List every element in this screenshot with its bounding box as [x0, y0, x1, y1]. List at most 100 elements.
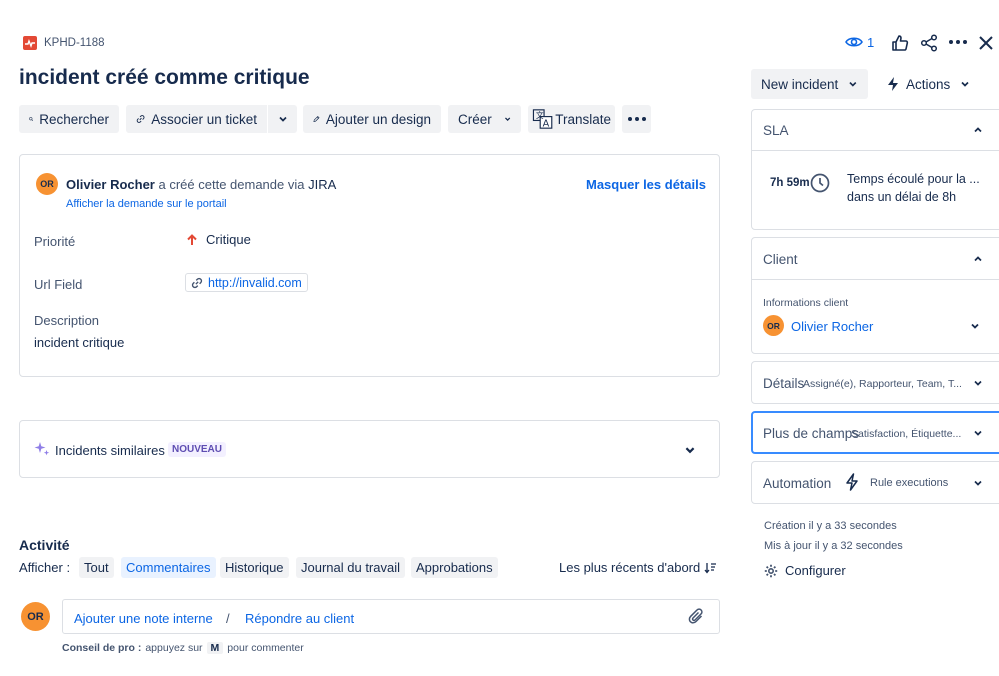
description-label: Description [34, 313, 100, 328]
pro-tip-press: appuyez sur [145, 642, 203, 654]
eye-icon [845, 37, 863, 47]
request-created-line: Olivier Rocher a créé cette demande via … [66, 177, 336, 192]
keyboard-key: M [206, 642, 224, 654]
priority-value: Critique [206, 232, 251, 247]
request-channel: JIRA [308, 177, 337, 192]
chevron-down-icon [278, 116, 287, 122]
chevron-down-icon [974, 480, 982, 486]
add-internal-note-button[interactable]: Ajouter une note interne [74, 611, 213, 626]
tab-comments[interactable]: Commentaires [121, 557, 216, 578]
chevron-up-icon[interactable] [973, 125, 983, 135]
add-design-button[interactable]: Ajouter un design [303, 105, 441, 133]
link-ticket-label: Associer un ticket [151, 111, 257, 127]
close-button[interactable] [978, 35, 994, 54]
chevron-up-icon[interactable] [973, 254, 983, 264]
link-icon [191, 277, 203, 288]
chevron-down-icon [504, 117, 510, 121]
sla-line1: Temps écoulé pour la ... [847, 172, 980, 186]
sort-button[interactable]: Les plus récents d'abord [559, 560, 717, 575]
client-info-label: Informations client [763, 297, 849, 309]
sla-time: 7h 59m [770, 177, 810, 189]
comment-separator: / [226, 611, 230, 626]
avatar: OR [36, 173, 58, 195]
lightning-icon [846, 473, 858, 491]
vote-button[interactable] [891, 34, 909, 55]
sort-icon [704, 562, 717, 574]
priority-label: Priorité [34, 234, 76, 249]
more-fields-title: Plus de champs [763, 426, 860, 441]
show-label: Afficher : [19, 560, 71, 575]
pro-tip-suffix: pour commenter [227, 642, 304, 654]
svg-text:A: A [543, 119, 550, 130]
reply-client-button[interactable]: Répondre au client [245, 611, 354, 626]
tab-all[interactable]: Tout [79, 557, 114, 578]
chevron-down-icon[interactable] [684, 444, 696, 456]
thumbs-up-icon [892, 35, 909, 51]
request-author[interactable]: Olivier Rocher [66, 177, 155, 192]
share-button[interactable] [920, 34, 938, 55]
details-summary: Assigné(e), Rapporteur, Team, T... [803, 378, 962, 390]
url-field-value[interactable]: http://invalid.com [185, 273, 308, 292]
sparkle-icon [34, 442, 50, 456]
design-icon [313, 115, 320, 123]
search-button-label: Rechercher [39, 111, 109, 127]
translate-icon: 文A [532, 109, 553, 130]
tab-worklog[interactable]: Journal du travail [296, 557, 405, 578]
configure-label: Configurer [785, 563, 846, 578]
hide-details-link[interactable]: Masquer les détails [586, 177, 706, 192]
pro-tip-prefix: Conseil de pro : [62, 642, 142, 654]
lightning-icon [888, 77, 898, 91]
watch-button[interactable]: 1 [845, 34, 874, 50]
avatar: OR [763, 315, 784, 336]
sla-title: SLA [763, 123, 789, 138]
tab-history[interactable]: Historique [220, 557, 289, 578]
details-title: Détails [763, 376, 805, 391]
chevron-down-icon [974, 430, 982, 436]
pro-tip: Conseil de pro : appuyez sur M pour comm… [62, 642, 304, 654]
activity-title: Activité [19, 537, 70, 553]
more-fields-summary: Satisfaction, Étiquette... [851, 428, 962, 440]
add-design-label: Ajouter un design [325, 111, 431, 127]
url-field-label: Url Field [34, 277, 83, 292]
actions-label: Actions [906, 76, 951, 92]
issue-title[interactable]: incident créé comme critique [19, 66, 310, 90]
more-actions-button[interactable] [949, 40, 967, 44]
toolbar-more-button[interactable] [622, 105, 651, 133]
tab-approvals[interactable]: Approbations [411, 557, 498, 578]
sort-label: Les plus récents d'abord [559, 560, 701, 575]
issue-type-icon [23, 36, 37, 50]
automation-title: Automation [763, 476, 832, 491]
avatar: OR [21, 602, 50, 631]
new-badge: NOUVEAU [168, 442, 227, 457]
portal-link[interactable]: Afficher la demande sur le portail [66, 198, 227, 210]
description-value[interactable]: incident critique [34, 335, 124, 350]
chevron-down-icon [961, 81, 969, 87]
chevron-down-icon[interactable] [970, 321, 980, 331]
create-button[interactable]: Créer [448, 105, 521, 133]
issue-key-link[interactable]: KPHD-1188 [44, 37, 105, 49]
priority-field[interactable]: Critique [186, 232, 251, 247]
link-ticket-button[interactable]: Associer un ticket [126, 105, 267, 133]
configure-button[interactable]: Configurer [764, 563, 846, 578]
translate-button[interactable]: 文A Translate [528, 105, 615, 133]
search-button[interactable]: Rechercher [19, 105, 119, 133]
client-title: Client [763, 252, 798, 267]
updated-timestamp: Mis à jour il y a 32 secondes [764, 540, 903, 552]
actions-button[interactable]: Actions [886, 76, 970, 92]
arrow-up-icon [187, 233, 197, 245]
link-ticket-dropdown[interactable] [268, 105, 297, 133]
watch-count: 1 [867, 34, 875, 50]
status-button[interactable]: New incident [751, 69, 868, 99]
url-link[interactable]: http://invalid.com [208, 276, 302, 290]
share-icon [920, 34, 938, 52]
chevron-down-icon [974, 380, 982, 386]
similar-incidents-label: Incidents similaires [55, 443, 165, 458]
status-label: New incident [761, 76, 839, 92]
attachment-icon[interactable] [688, 608, 706, 626]
automation-rule: Rule executions [870, 477, 949, 489]
close-icon [979, 36, 993, 50]
chevron-down-icon [849, 81, 857, 87]
client-name[interactable]: Olivier Rocher [791, 319, 873, 334]
clock-icon [810, 173, 830, 193]
created-timestamp: Création il y a 33 secondes [764, 520, 897, 532]
